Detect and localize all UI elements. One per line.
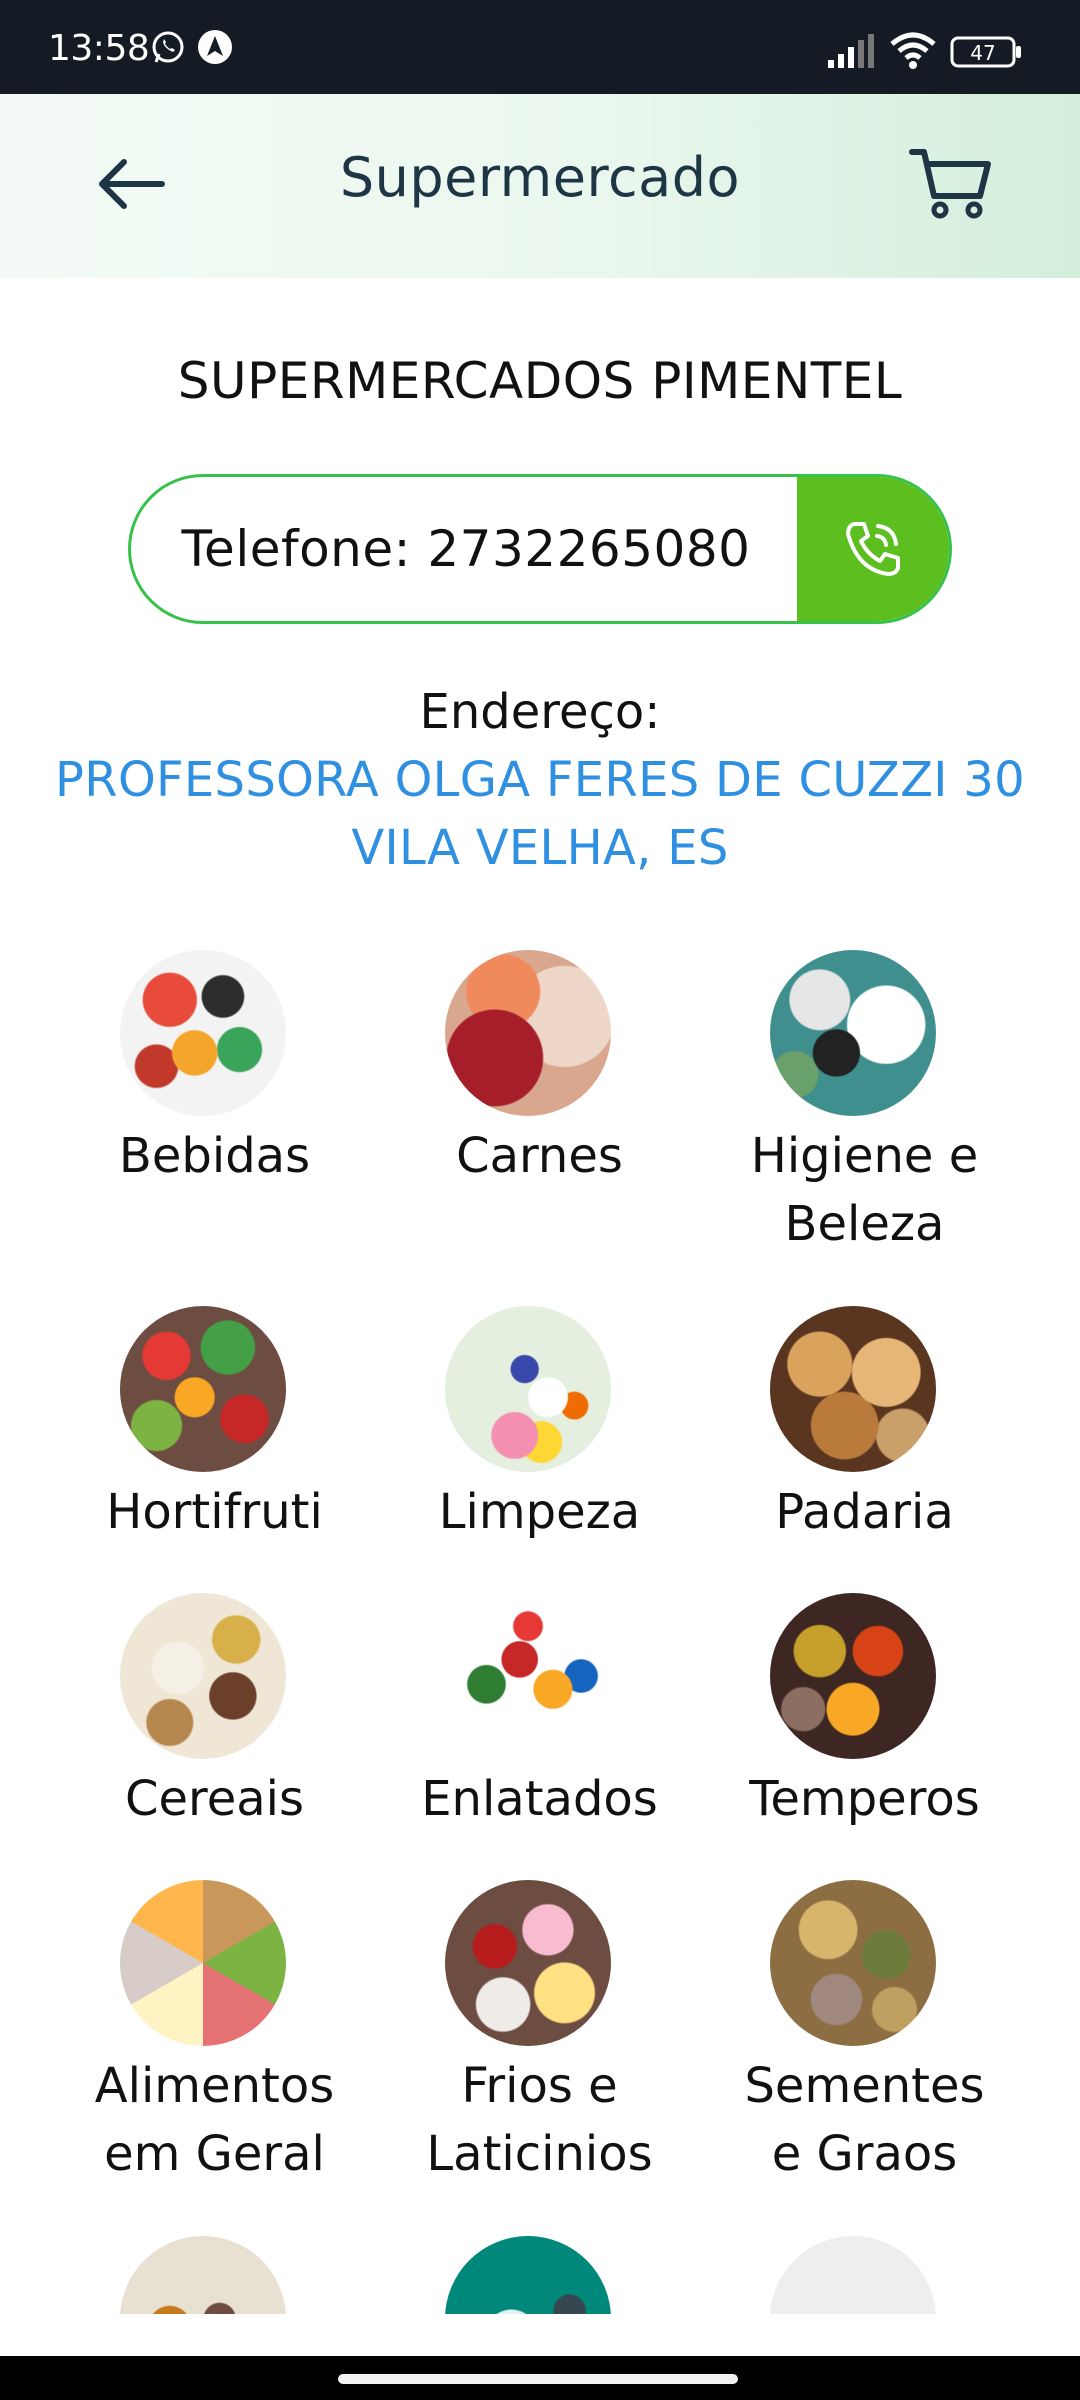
category-label-line2: Beleza [784, 1196, 945, 1252]
temperos-image [770, 1593, 936, 1759]
padaria-image [770, 1306, 936, 1472]
category-label: Temperos [749, 1771, 980, 1827]
wifi-icon [890, 32, 936, 74]
category-image [120, 2236, 286, 2314]
signal-icon [828, 34, 876, 72]
frios-laticinios-image [445, 1880, 611, 2046]
category-image [770, 2236, 936, 2314]
system-nav-bar [0, 2356, 1080, 2400]
home-gesture-handle[interactable] [338, 2374, 738, 2384]
category-label: Higiene e [750, 1128, 979, 1184]
sementes-graos-image [770, 1880, 936, 2046]
address-street[interactable]: PROFESSORA OLGA FERES DE CUZZI 30 [0, 752, 1080, 808]
phone-number: Telefone: 2732265080 [181, 520, 751, 578]
phone-pill[interactable]: Telefone: 2732265080 [128, 474, 952, 624]
call-button[interactable] [797, 477, 949, 621]
address-city[interactable]: VILA VELHA, ES [0, 820, 1080, 876]
battery-level: 47 [970, 41, 995, 65]
navigation-arrow-icon [196, 28, 234, 70]
hortifruti-image [120, 1306, 286, 1472]
app-header: Supermercado [0, 94, 1080, 278]
enlatados-image [445, 1593, 611, 1759]
category-label: Limpeza [438, 1484, 641, 1540]
category-label: Padaria [775, 1484, 954, 1540]
category-label: Hortifruti [106, 1484, 323, 1540]
whatsapp-icon [150, 28, 186, 70]
status-time: 13:58 [48, 28, 150, 69]
category-label: Sementes [744, 2058, 985, 2114]
category-label-line2: Laticinios [426, 2126, 653, 2182]
alimentos-geral-image [120, 1880, 286, 2046]
phone-call-icon [846, 522, 900, 576]
category-label: Bebidas [118, 1128, 311, 1184]
shopping-cart-icon [909, 149, 991, 219]
store-name: SUPERMERCADOS PIMENTEL [177, 352, 903, 410]
app-screen: 13:58 47 Supermercado SUPERMERCADOS PIME… [0, 0, 1080, 2400]
category-label: Cereais [124, 1771, 304, 1827]
bebidas-image [120, 950, 286, 1116]
category-label: Frios e [461, 2058, 618, 2114]
cart-button[interactable] [906, 138, 996, 228]
category-image [445, 2236, 611, 2314]
category-label: Carnes [456, 1128, 623, 1184]
category-label: Alimentos [94, 2058, 335, 2114]
category-label-line2: e Graos [771, 2126, 958, 2182]
carnes-image [445, 950, 611, 1116]
category-label-line2: em Geral [104, 2126, 325, 2182]
cereais-image [120, 1593, 286, 1759]
category-label: Enlatados [421, 1771, 658, 1827]
category-grid: Bebidas Carnes Higiene e Beleza Hortifru… [0, 950, 1080, 2314]
status-bar: 13:58 47 [0, 0, 1080, 94]
address-label: Endereço: [419, 684, 661, 740]
limpeza-image [445, 1306, 611, 1472]
higiene-beleza-image [770, 950, 936, 1116]
battery-icon: 47 [950, 36, 1024, 72]
